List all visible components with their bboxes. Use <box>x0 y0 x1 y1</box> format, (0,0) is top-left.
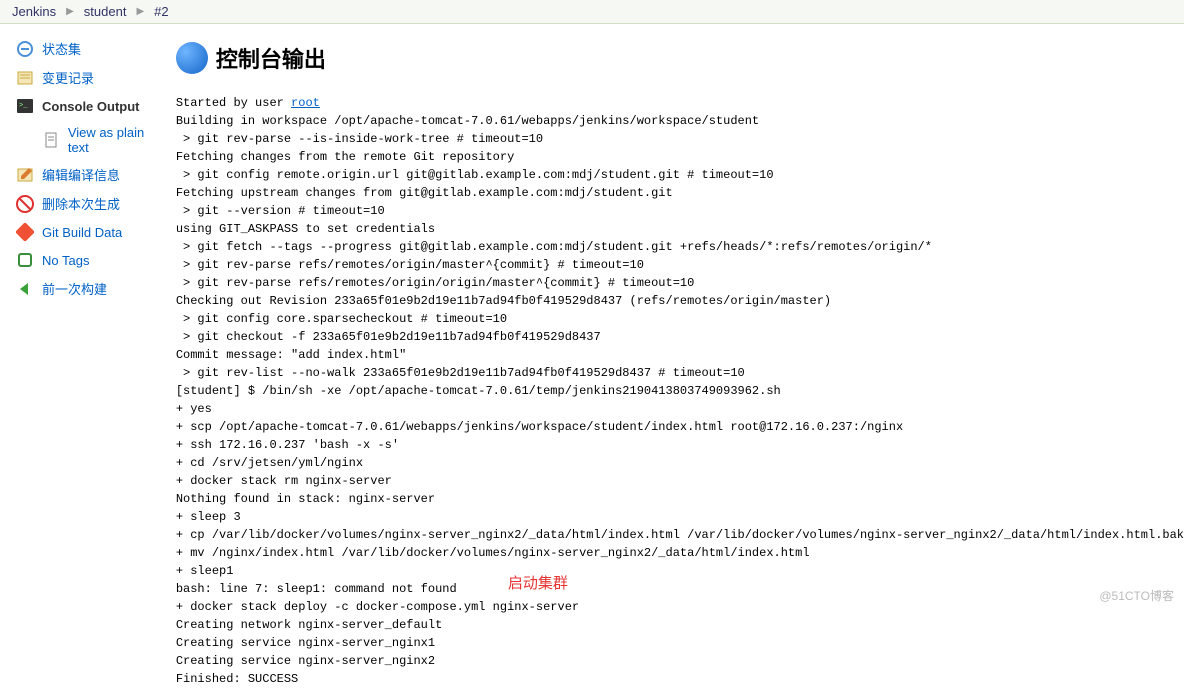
changes-icon <box>16 69 34 87</box>
ball-icon <box>176 42 208 74</box>
sidebar-item-label: 编辑编译信息 <box>42 165 120 184</box>
breadcrumb-jenkins[interactable]: Jenkins <box>12 4 56 19</box>
git-icon <box>16 223 34 241</box>
sidebar-item-changes[interactable]: 变更记录 <box>8 63 176 92</box>
sidebar-item-label: Git Build Data <box>42 225 122 240</box>
sidebar-item-label: 前一次构建 <box>42 279 107 298</box>
sidebar-item-label: View as plain text <box>68 125 168 155</box>
breadcrumb-project[interactable]: student <box>84 4 127 19</box>
breadcrumb-build[interactable]: #2 <box>154 4 168 19</box>
delete-icon <box>16 195 34 213</box>
sidebar-item-label: 删除本次生成 <box>42 194 120 213</box>
console-lines: Building in workspace /opt/apache-tomcat… <box>176 114 1184 686</box>
sidebar-item-label: No Tags <box>42 253 89 268</box>
console-output: Started by user root Building in workspa… <box>176 94 1184 688</box>
main-content: 控制台输出 Started by user root Building in w… <box>176 24 1184 688</box>
sidebar-item-label: 状态集 <box>42 39 81 58</box>
console-icon: >_ <box>16 97 34 115</box>
chevron-right-icon: ▶ <box>136 6 144 17</box>
sidebar-item-edit[interactable]: 编辑编译信息 <box>8 160 176 189</box>
sidebar-item-console[interactable]: >_ Console Output <box>8 92 176 120</box>
annotation-text: 启动集群 <box>508 572 568 593</box>
document-icon <box>42 131 60 149</box>
page-header: 控制台输出 <box>176 42 1184 74</box>
console-user-link[interactable]: root <box>291 96 320 110</box>
console-started-prefix: Started by user <box>176 96 291 110</box>
sidebar-item-status[interactable]: 状态集 <box>8 34 176 63</box>
breadcrumb: Jenkins ▶ student ▶ #2 <box>0 0 1184 24</box>
sidebar-item-delete[interactable]: 删除本次生成 <box>8 189 176 218</box>
chevron-right-icon: ▶ <box>66 6 74 17</box>
status-icon <box>16 40 34 58</box>
tag-icon <box>16 251 34 269</box>
sidebar-item-git[interactable]: Git Build Data <box>8 218 176 246</box>
prev-icon <box>16 280 34 298</box>
sidebar-item-tags[interactable]: No Tags <box>8 246 176 274</box>
sidebar-item-label: 变更记录 <box>42 68 94 87</box>
svg-text:>_: >_ <box>19 102 28 110</box>
sidebar-item-prev[interactable]: 前一次构建 <box>8 274 176 303</box>
sidebar: 状态集 变更记录 >_ Console Output View as plain… <box>0 24 176 688</box>
edit-icon <box>16 166 34 184</box>
watermark: @51CTO博客 <box>1099 587 1174 604</box>
sidebar-item-label: Console Output <box>42 99 140 114</box>
sidebar-item-plaintext[interactable]: View as plain text <box>8 120 176 160</box>
page-title: 控制台输出 <box>216 42 326 74</box>
